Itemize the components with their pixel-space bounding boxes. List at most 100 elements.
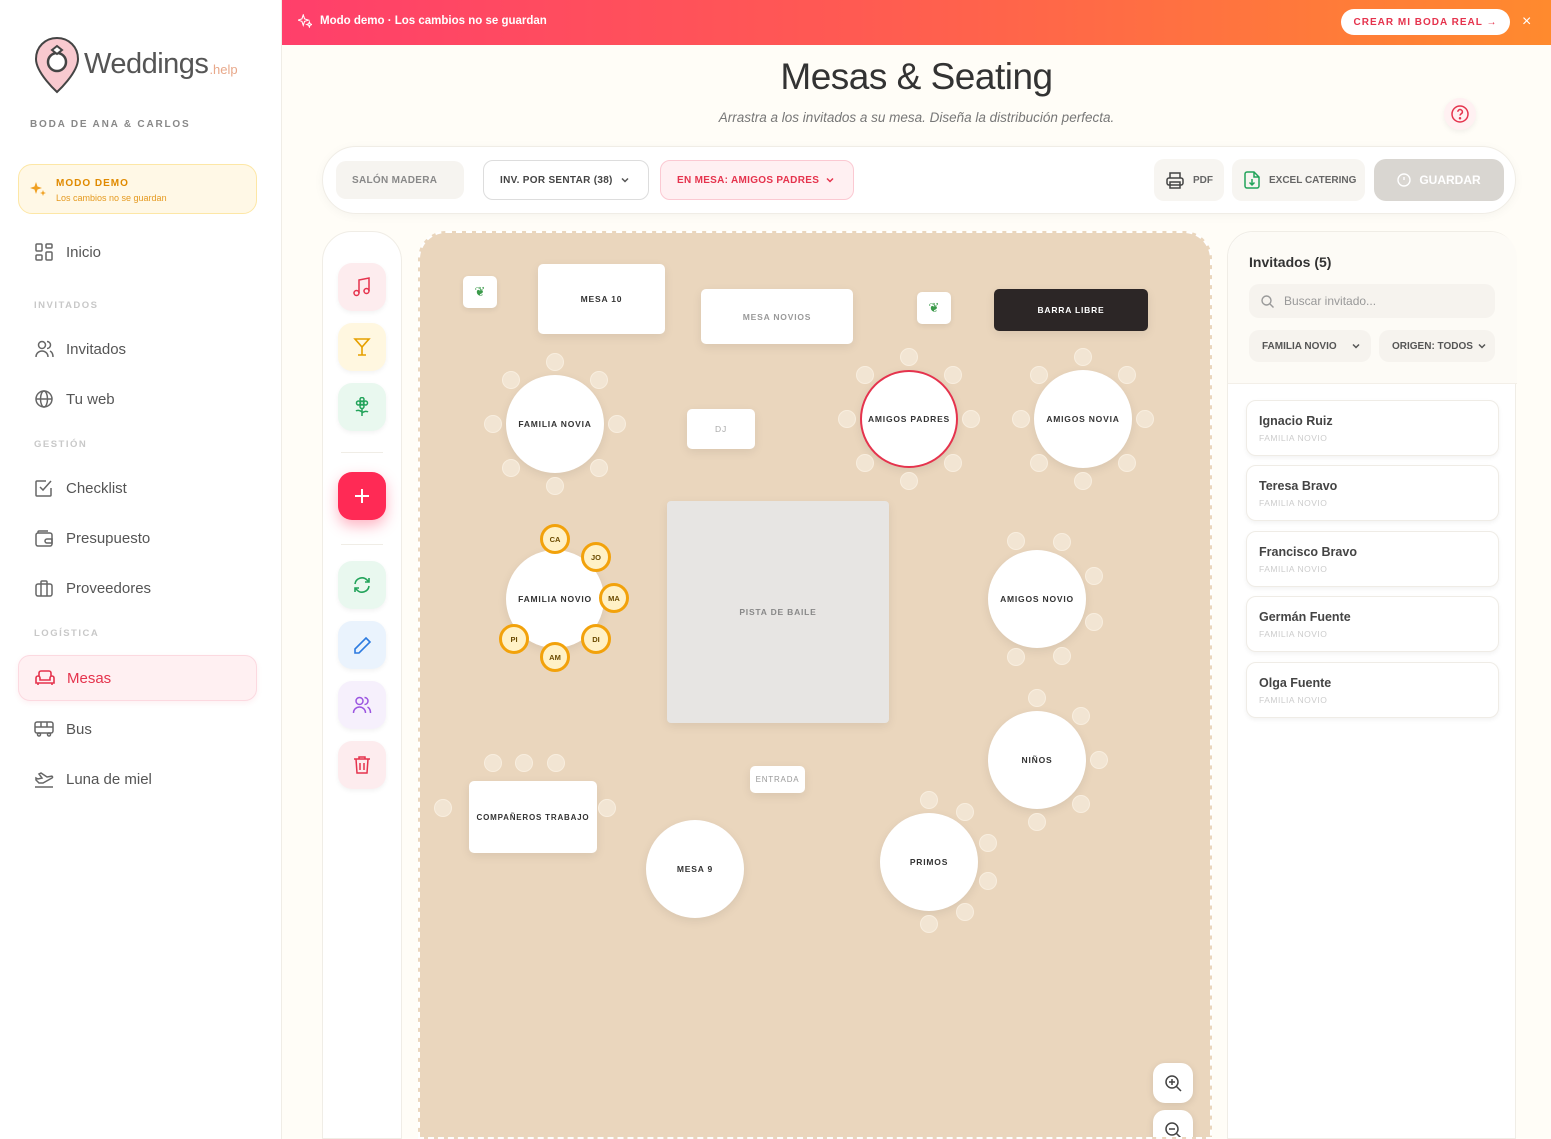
empty-seat[interactable] (1090, 751, 1108, 769)
empty-seat[interactable] (1071, 794, 1090, 813)
empty-seat[interactable] (962, 410, 980, 428)
export-excel-button[interactable]: EXCEL CATERING (1232, 159, 1365, 201)
floor-plan-canvas[interactable]: ❦ ❦ MESA 10 MESA NOVIOS BARRA LIBRE DJ F… (418, 231, 1212, 1139)
empty-seat[interactable] (1136, 410, 1154, 428)
salon-name[interactable]: SALÓN MADERA (336, 161, 464, 199)
plant-decoration[interactable]: ❦ (463, 276, 497, 308)
guest-card[interactable]: Ignacio Ruiz FAMILIA NOVIO (1246, 400, 1499, 456)
group-filter-select[interactable]: FAMILIA NOVIO (1249, 330, 1371, 362)
add-flower-button[interactable] (338, 383, 386, 431)
empty-seat[interactable] (1085, 566, 1104, 585)
bar-area[interactable]: BARRA LIBRE (994, 289, 1148, 331)
seat-guest-ca[interactable]: CA (540, 524, 570, 554)
group-button[interactable] (338, 681, 386, 729)
table-amigos-novio[interactable]: AMIGOS NOVIO (988, 550, 1086, 648)
table-primos[interactable]: PRIMOS (880, 813, 978, 911)
nav-inicio[interactable]: Inicio (18, 229, 257, 275)
table-mesa-novios[interactable]: MESA NOVIOS (701, 289, 853, 344)
nav-invitados[interactable]: Invitados (18, 326, 257, 372)
empty-seat[interactable] (1030, 453, 1049, 472)
table-companeros-trabajo[interactable]: COMPAÑEROS TRABAJO (469, 781, 597, 853)
empty-seat[interactable] (1085, 613, 1104, 632)
zoom-in-button[interactable] (1153, 1063, 1193, 1103)
empty-seat[interactable] (1006, 648, 1025, 667)
dance-floor[interactable]: PISTA DE BAILE (667, 501, 889, 723)
guest-card[interactable]: Olga Fuente FAMILIA NOVIO (1246, 662, 1499, 718)
empty-seat[interactable] (434, 799, 452, 817)
empty-seat[interactable] (598, 799, 616, 817)
empty-seat[interactable] (547, 754, 565, 772)
empty-seat[interactable] (502, 458, 521, 477)
empty-seat[interactable] (515, 754, 533, 772)
empty-seat[interactable] (1053, 533, 1072, 552)
empty-seat[interactable] (1028, 689, 1046, 707)
nav-proveedores[interactable]: Proveedores (18, 565, 257, 611)
guest-card[interactable]: Teresa Bravo FAMILIA NOVIO (1246, 465, 1499, 521)
nav-tu-web[interactable]: Tu web (18, 376, 257, 422)
empty-seat[interactable] (920, 915, 938, 933)
nav-checklist[interactable]: Checklist (18, 465, 257, 511)
nav-presupuesto[interactable]: Presupuesto (18, 515, 257, 561)
empty-seat[interactable] (956, 802, 975, 821)
nav-mesas[interactable]: Mesas (18, 655, 257, 701)
empty-seat[interactable] (856, 366, 875, 385)
empty-seat[interactable] (920, 791, 938, 809)
export-pdf-button[interactable]: PDF (1154, 159, 1224, 201)
guest-card[interactable]: Germán Fuente FAMILIA NOVIO (1246, 596, 1499, 652)
save-button[interactable]: GUARDAR (1374, 159, 1504, 201)
empty-seat[interactable] (900, 472, 918, 490)
guest-search-input[interactable]: Buscar invitado... (1249, 284, 1495, 318)
add-bar-button[interactable] (338, 323, 386, 371)
empty-seat[interactable] (1053, 646, 1072, 665)
table-amigos-padres[interactable]: AMIGOS PADRES (860, 370, 958, 468)
seat-guest-jo[interactable]: JO (581, 542, 611, 572)
nav-bus[interactable]: Bus (18, 706, 257, 752)
empty-seat[interactable] (838, 410, 856, 428)
empty-seat[interactable] (856, 453, 875, 472)
entrance-marker[interactable]: ENTRADA (750, 766, 805, 793)
empty-seat[interactable] (546, 353, 564, 371)
delete-button[interactable] (338, 741, 386, 789)
plant-decoration[interactable]: ❦ (917, 292, 951, 324)
seat-guest-am[interactable]: AM (540, 642, 570, 672)
empty-seat[interactable] (943, 453, 962, 472)
help-button[interactable] (1444, 98, 1476, 130)
seat-guest-di[interactable]: DI (581, 624, 611, 654)
table-mesa-10[interactable]: MESA 10 (538, 264, 665, 334)
empty-seat[interactable] (1012, 410, 1030, 428)
empty-seat[interactable] (484, 754, 502, 772)
empty-seat[interactable] (1030, 366, 1049, 385)
empty-seat[interactable] (978, 833, 997, 852)
origin-filter-select[interactable]: ORIGEN: TODOS (1379, 330, 1495, 362)
empty-seat[interactable] (900, 348, 918, 366)
auto-arrange-button[interactable] (338, 561, 386, 609)
table-ninos[interactable]: NIÑOS (988, 711, 1086, 809)
empty-seat[interactable] (1071, 707, 1090, 726)
empty-seat[interactable] (546, 477, 564, 495)
unseated-guests-select[interactable]: INV. POR SENTAR (38) (483, 160, 649, 200)
create-wedding-button[interactable]: CREAR MI BODA REAL → (1341, 9, 1510, 35)
empty-seat[interactable] (502, 371, 521, 390)
empty-seat[interactable] (1074, 348, 1092, 366)
empty-seat[interactable] (1117, 366, 1136, 385)
empty-seat[interactable] (1074, 472, 1092, 490)
empty-seat[interactable] (943, 366, 962, 385)
edit-button[interactable] (338, 621, 386, 669)
seat-guest-ma[interactable]: MA (599, 583, 629, 613)
empty-seat[interactable] (589, 371, 608, 390)
empty-seat[interactable] (1117, 453, 1136, 472)
dj-booth[interactable]: DJ (687, 409, 755, 449)
add-table-button[interactable] (338, 472, 386, 520)
close-icon[interactable]: × (1522, 13, 1531, 31)
add-music-button[interactable] (338, 263, 386, 311)
table-familia-novia[interactable]: FAMILIA NOVIA (506, 375, 604, 473)
logo[interactable]: Weddings .help (34, 36, 238, 94)
empty-seat[interactable] (956, 903, 975, 922)
empty-seat[interactable] (1028, 813, 1046, 831)
empty-seat[interactable] (608, 415, 626, 433)
table-amigos-novia[interactable]: AMIGOS NOVIA (1034, 370, 1132, 468)
table-mesa-9[interactable]: MESA 9 (646, 820, 744, 918)
empty-seat[interactable] (978, 872, 997, 891)
seat-guest-pi[interactable]: PI (499, 624, 529, 654)
empty-seat[interactable] (484, 415, 502, 433)
